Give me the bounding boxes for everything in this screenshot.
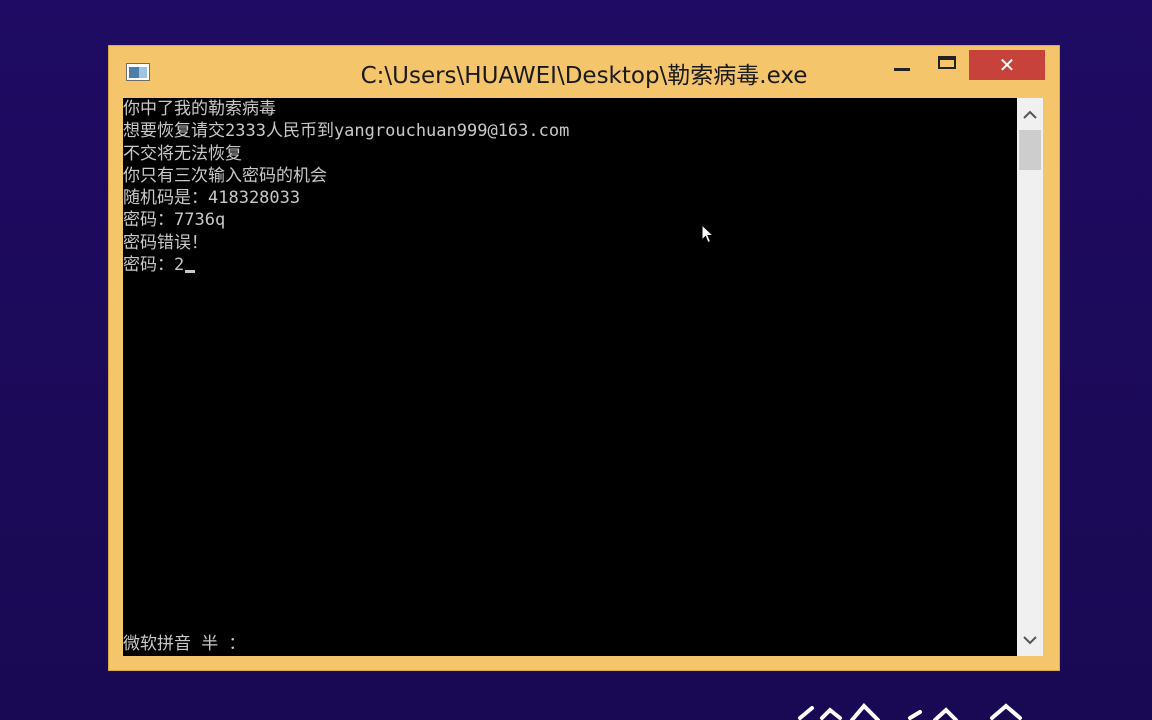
close-icon: ✕: [998, 53, 1016, 77]
console-app-icon[interactable]: [126, 63, 150, 81]
text-cursor: [185, 270, 196, 274]
console-window: C:\Users\HUAWEI\Desktop\勒索病毒.exe ✕ 你中了我的…: [109, 46, 1059, 670]
vertical-scrollbar[interactable]: [1017, 98, 1043, 656]
cropped-caption-strokes: [798, 703, 1022, 720]
console-line: 你只有三次输入密码的机会: [123, 165, 327, 186]
console-line: 密码错误！: [123, 232, 208, 253]
title-bar[interactable]: C:\Users\HUAWEI\Desktop\勒索病毒.exe ✕: [109, 46, 1059, 98]
console-line: 想要恢复请交2333人民币到yangrouchuan999@163.com: [123, 121, 570, 142]
maximize-button[interactable]: [931, 50, 965, 80]
console-output[interactable]: 你中了我的勒索病毒 想要恢复请交2333人民币到yangrouchuan999@…: [123, 98, 1017, 656]
console-lines: 你中了我的勒索病毒 想要恢复请交2333人民币到yangrouchuan999@…: [123, 98, 569, 276]
console-prompt: 密码：2: [123, 255, 185, 276]
scroll-up-button[interactable]: [1017, 102, 1043, 128]
mouse-pointer-icon: [701, 224, 715, 244]
console-input-line[interactable]: 密码：2: [123, 254, 569, 276]
minimize-button[interactable]: [885, 50, 919, 80]
close-button[interactable]: ✕: [969, 50, 1045, 80]
console-line: 你中了我的勒索病毒: [123, 99, 276, 119]
console-line: 随机码是：418328033: [123, 188, 301, 209]
console-line: 不交将无法恢复: [123, 143, 242, 164]
minimize-icon: [894, 68, 910, 71]
scroll-down-button[interactable]: [1017, 628, 1043, 654]
window-title: C:\Users\HUAWEI\Desktop\勒索病毒.exe: [360, 63, 808, 89]
chevron-down-icon: [1023, 636, 1037, 645]
chevron-up-icon: [1023, 110, 1037, 119]
ime-status-bar: 微软拼音 半 ：: [123, 634, 246, 654]
maximize-icon: [938, 56, 956, 69]
scroll-thumb[interactable]: [1019, 130, 1041, 170]
console-line: 密码：7736q: [123, 210, 226, 231]
